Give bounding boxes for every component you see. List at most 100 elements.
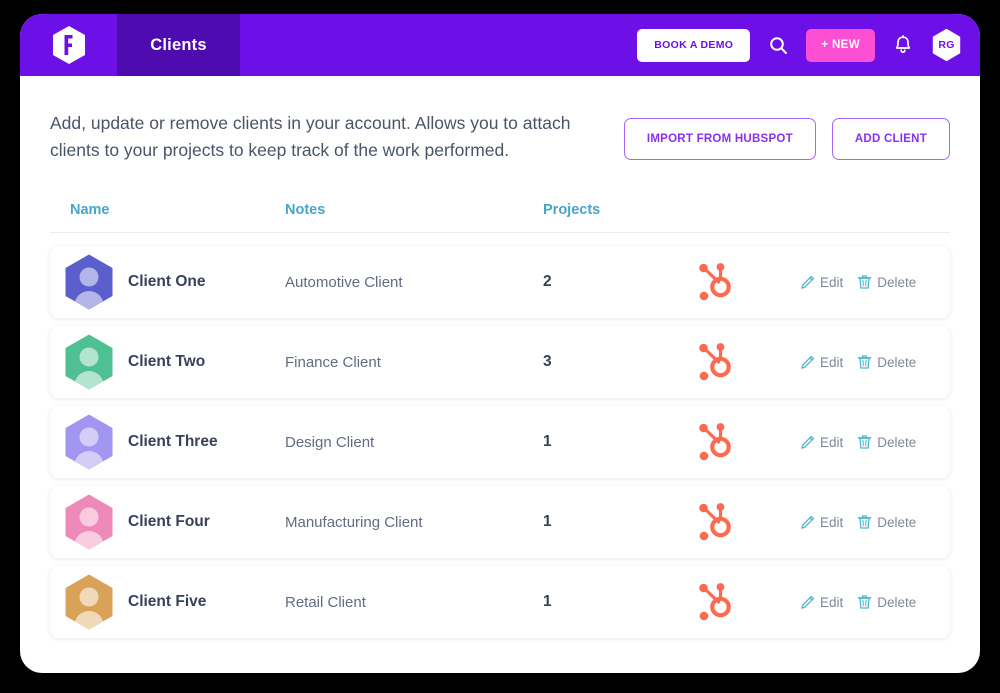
trash-icon bbox=[857, 355, 872, 369]
edit-label: Edit bbox=[820, 514, 844, 530]
edit-button[interactable]: Edit bbox=[800, 595, 843, 610]
client-cell: Client Three bbox=[50, 413, 285, 471]
delete-button[interactable]: Delete bbox=[857, 434, 916, 450]
client-notes: Design Client bbox=[285, 433, 375, 451]
hubspot-source-cell[interactable] bbox=[695, 580, 800, 624]
client-cell: Client Two bbox=[50, 333, 285, 391]
column-header-notes[interactable]: Notes bbox=[285, 202, 543, 218]
page-body: Add, update or remove clients in your ac… bbox=[20, 76, 980, 639]
client-name: Client Two bbox=[128, 353, 206, 371]
edit-button[interactable]: Edit bbox=[800, 275, 843, 290]
trash-icon bbox=[857, 275, 872, 289]
edit-label: Edit bbox=[820, 274, 844, 290]
client-name: Client One bbox=[128, 273, 206, 291]
table-row[interactable]: Client One Automotive Client 2 Edit Dele… bbox=[50, 246, 950, 319]
edit-button[interactable]: Edit bbox=[800, 435, 843, 450]
delete-button[interactable]: Delete bbox=[857, 514, 916, 530]
client-name: Client Four bbox=[128, 513, 210, 531]
avatar-initials: RG bbox=[938, 39, 955, 51]
hubspot-source-cell[interactable] bbox=[695, 420, 800, 464]
client-notes: Manufacturing Client bbox=[285, 513, 423, 531]
edit-label: Edit bbox=[820, 434, 844, 450]
nav-tab-clients[interactable]: Clients bbox=[117, 14, 240, 76]
pencil-icon bbox=[801, 515, 815, 529]
client-cell: Client Five bbox=[50, 573, 285, 631]
app-window: Clients BOOK A DEMO + NEW RG Add, update… bbox=[20, 14, 980, 673]
notes-cell: Manufacturing Client bbox=[285, 514, 543, 531]
hubspot-source-cell[interactable] bbox=[695, 500, 800, 544]
projects-cell: 2 bbox=[543, 273, 695, 291]
row-actions: Edit Delete bbox=[800, 434, 950, 450]
delete-button[interactable]: Delete bbox=[857, 354, 916, 370]
hubspot-sprocket-icon bbox=[699, 263, 731, 301]
hubspot-source-cell[interactable] bbox=[695, 260, 800, 304]
projects-cell: 1 bbox=[543, 513, 695, 531]
client-avatar-icon bbox=[65, 254, 113, 310]
projects-count: 1 bbox=[543, 513, 552, 531]
table-row[interactable]: Client Four Manufacturing Client 1 Edit bbox=[50, 486, 950, 559]
projects-cell: 1 bbox=[543, 593, 695, 611]
intro-actions: IMPORT FROM HUBSPOT ADD CLIENT bbox=[623, 110, 950, 160]
edit-label: Edit bbox=[820, 594, 844, 610]
pencil-icon bbox=[801, 275, 815, 289]
hubspot-source-cell[interactable] bbox=[695, 340, 800, 384]
client-avatar-icon bbox=[65, 494, 113, 550]
delete-label: Delete bbox=[877, 434, 917, 450]
hubspot-sprocket-icon bbox=[699, 503, 731, 541]
notes-cell: Retail Client bbox=[285, 594, 543, 611]
trash-icon bbox=[857, 515, 872, 529]
trash-icon bbox=[857, 435, 872, 449]
import-from-hubspot-button[interactable]: IMPORT FROM HUBSPOT bbox=[623, 118, 816, 160]
user-avatar[interactable]: RG bbox=[931, 28, 962, 62]
search-button[interactable] bbox=[766, 33, 790, 57]
pencil-icon bbox=[801, 355, 815, 369]
logo-area[interactable] bbox=[20, 14, 117, 76]
delete-label: Delete bbox=[877, 594, 917, 610]
row-actions: Edit Delete bbox=[800, 354, 950, 370]
delete-button[interactable]: Delete bbox=[857, 594, 916, 610]
table-header-row: Name Notes Projects bbox=[50, 202, 950, 234]
app-header: Clients BOOK A DEMO + NEW RG bbox=[20, 14, 980, 76]
row-actions: Edit Delete bbox=[800, 274, 950, 290]
projects-count: 1 bbox=[543, 433, 552, 451]
client-avatar-icon bbox=[65, 414, 113, 470]
table-row[interactable]: Client Three Design Client 1 Edit Delete bbox=[50, 406, 950, 479]
search-icon bbox=[769, 36, 787, 54]
projects-count: 3 bbox=[543, 353, 552, 371]
column-header-name[interactable]: Name bbox=[50, 202, 285, 218]
trash-icon bbox=[857, 595, 872, 609]
edit-button[interactable]: Edit bbox=[800, 515, 843, 530]
pencil-icon bbox=[801, 595, 815, 609]
projects-cell: 3 bbox=[543, 353, 695, 371]
notifications-button[interactable] bbox=[891, 33, 915, 57]
delete-label: Delete bbox=[877, 354, 917, 370]
projects-cell: 1 bbox=[543, 433, 695, 451]
bell-icon bbox=[895, 35, 911, 54]
client-notes: Automotive Client bbox=[285, 273, 403, 291]
row-actions: Edit Delete bbox=[800, 514, 950, 530]
edit-button[interactable]: Edit bbox=[800, 355, 843, 370]
nav-tab-label: Clients bbox=[150, 35, 207, 54]
notes-cell: Finance Client bbox=[285, 354, 543, 371]
notes-cell: Design Client bbox=[285, 434, 543, 451]
client-name: Client Five bbox=[128, 593, 207, 611]
client-list: Client One Automotive Client 2 Edit Dele… bbox=[50, 233, 950, 639]
new-button[interactable]: + NEW bbox=[806, 28, 875, 62]
client-cell: Client Four bbox=[50, 493, 285, 551]
column-header-projects[interactable]: Projects bbox=[543, 202, 695, 218]
client-avatar-icon bbox=[65, 574, 113, 630]
notes-cell: Automotive Client bbox=[285, 274, 543, 291]
edit-label: Edit bbox=[820, 354, 844, 370]
delete-button[interactable]: Delete bbox=[857, 274, 916, 290]
pencil-icon bbox=[801, 435, 815, 449]
hubspot-sprocket-icon bbox=[699, 583, 731, 621]
projects-count: 1 bbox=[543, 593, 552, 611]
table-row[interactable]: Client Two Finance Client 3 Edit Delete bbox=[50, 326, 950, 399]
page-description: Add, update or remove clients in your ac… bbox=[50, 113, 571, 161]
book-a-demo-button[interactable]: BOOK A DEMO bbox=[637, 28, 751, 62]
table-row[interactable]: Client Five Retail Client 1 Edit Delete bbox=[50, 566, 950, 639]
intro-row: Add, update or remove clients in your ac… bbox=[50, 76, 950, 164]
add-client-button[interactable]: ADD CLIENT bbox=[831, 118, 950, 160]
header-spacer bbox=[240, 14, 637, 76]
delete-label: Delete bbox=[877, 514, 917, 530]
